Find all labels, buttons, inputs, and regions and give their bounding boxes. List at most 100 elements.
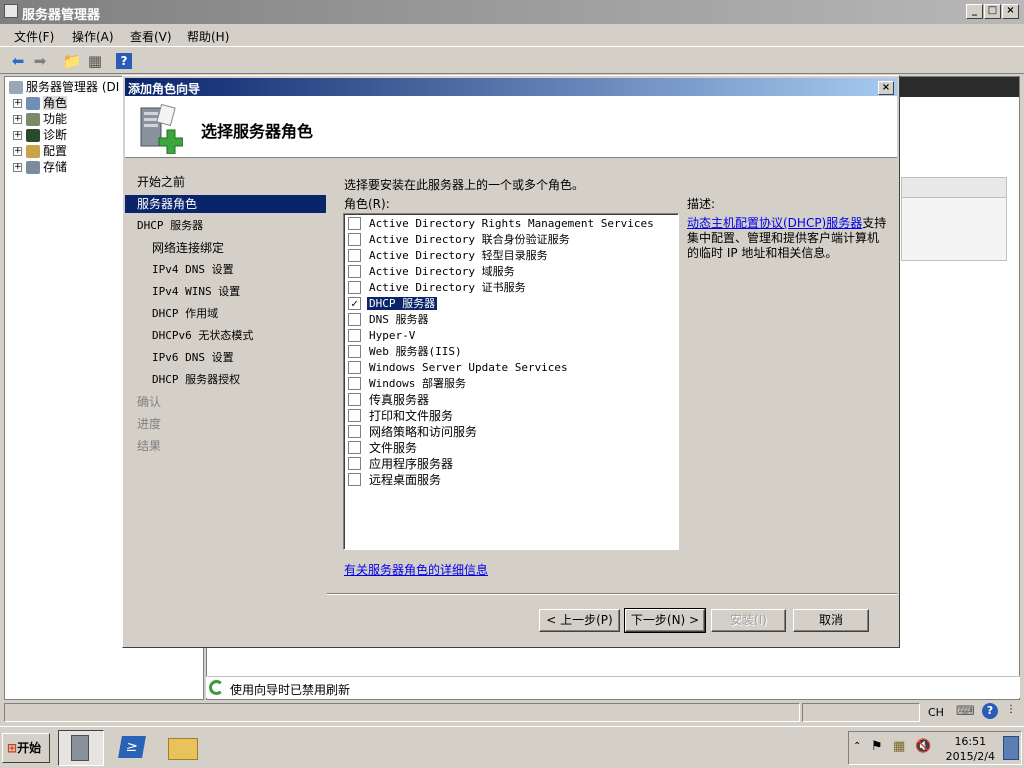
tree-root[interactable]: 服务器管理器 (DI — [9, 79, 119, 95]
expand-icon[interactable]: + — [13, 115, 22, 124]
menu-bar: 文件(F) 操作(A) 查看(V) 帮助(H) — [0, 24, 1024, 46]
role-checkbox[interactable] — [348, 409, 361, 422]
action-center-flag-icon[interactable]: ⚑ — [871, 739, 883, 754]
role-checkbox[interactable] — [348, 312, 361, 326]
role-checkbox[interactable] — [348, 328, 361, 342]
role-checkbox[interactable] — [348, 441, 361, 454]
expand-icon[interactable]: + — [13, 99, 22, 108]
menu-help[interactable]: 帮助(H) — [187, 28, 229, 45]
help-icon[interactable]: ? — [116, 53, 132, 69]
role-item[interactable]: 打印和文件服务 — [348, 408, 455, 424]
role-checkbox[interactable] — [348, 473, 361, 486]
role-item[interactable]: 传真服务器 — [348, 392, 431, 408]
role-checkbox[interactable] — [348, 248, 361, 262]
role-item[interactable]: 文件服务 — [348, 440, 419, 456]
role-item[interactable]: DNS 服务器 — [348, 312, 431, 328]
tree-item-storage[interactable]: + 存储 — [13, 159, 67, 175]
role-checkbox[interactable] — [348, 344, 361, 358]
step-dhcp-scope[interactable]: DHCP 作用域 — [125, 305, 326, 323]
clock[interactable]: 16:51 2015/2/4 — [946, 734, 995, 764]
keyboard-icon[interactable]: ⌨ — [956, 704, 975, 719]
role-item[interactable]: 应用程序服务器 — [348, 456, 455, 472]
step-network-binding[interactable]: 网络连接绑定 — [125, 239, 326, 257]
toolbar: ⬅ ➡ 📁 ▦ ? — [0, 46, 1024, 74]
role-item[interactable]: Hyper-V — [348, 328, 417, 344]
role-item[interactable]: 网络策略和访问服务 — [348, 424, 479, 440]
wizard-steps: 开始之前 服务器角色 DHCP 服务器 网络连接绑定 IPv4 DNS 设置 I… — [125, 159, 326, 647]
role-item[interactable]: Active Directory 证书服务 — [348, 280, 528, 296]
role-item[interactable]: 远程桌面服务 — [348, 472, 443, 488]
description-link[interactable]: 动态主机配置协议(DHCP)服务器 — [687, 216, 862, 230]
step-ipv4-dns[interactable]: IPv4 DNS 设置 — [125, 261, 326, 279]
next-button[interactable]: 下一步(N) > — [624, 608, 706, 633]
role-item[interactable]: Web 服务器(IIS) — [348, 344, 464, 360]
network-icon[interactable]: ▦ — [893, 739, 905, 754]
configuration-icon — [26, 145, 40, 158]
step-server-roles[interactable]: 服务器角色 — [125, 195, 326, 213]
role-checkbox[interactable] — [348, 264, 361, 278]
minimize-button[interactable]: _ — [966, 4, 983, 19]
start-button[interactable]: ⊞开始 — [2, 733, 50, 763]
tree-item-roles[interactable]: + 角色 — [13, 95, 68, 111]
role-item[interactable]: Windows 部署服务 — [348, 376, 468, 392]
options-icon[interactable]: ⋮ — [1006, 704, 1016, 715]
expand-icon[interactable]: + — [13, 147, 22, 156]
taskbar-server-manager[interactable] — [58, 730, 104, 766]
role-checkbox[interactable] — [348, 216, 361, 230]
features-icon — [26, 113, 40, 126]
up-folder-icon[interactable]: 📁 — [62, 51, 82, 71]
step-dhcp-server[interactable]: DHCP 服务器 — [125, 217, 326, 235]
tree-item-diagnostics[interactable]: + 诊断 — [13, 127, 67, 143]
tree-item-features[interactable]: + 功能 — [13, 111, 67, 127]
language-indicator[interactable]: CH — [928, 706, 944, 719]
wizard-close-button[interactable]: × — [878, 81, 894, 95]
title-bar[interactable]: 服务器管理器 _ □ × — [0, 0, 1024, 24]
help-icon[interactable]: ? — [982, 703, 998, 719]
window-title: 服务器管理器 — [22, 8, 101, 23]
roles-list[interactable]: Active Directory Rights Management Servi… — [343, 213, 679, 550]
show-desktop-button[interactable] — [1003, 736, 1019, 760]
step-ipv6-dns[interactable]: IPv6 DNS 设置 — [125, 349, 326, 367]
more-info-link[interactable]: 有关服务器角色的详细信息 — [344, 561, 488, 578]
role-item-dhcp[interactable]: ✓ DHCP 服务器 — [348, 296, 439, 312]
role-checkbox-checked[interactable]: ✓ — [348, 296, 361, 310]
step-ipv4-wins[interactable]: IPv4 WINS 设置 — [125, 283, 326, 301]
expand-icon[interactable]: + — [13, 131, 22, 140]
expand-icon[interactable]: + — [13, 163, 22, 172]
role-checkbox[interactable] — [348, 457, 361, 470]
description-panel: 描述: 动态主机配置协议(DHCP)服务器支持集中配置、管理和提供客户端计算机的… — [687, 195, 887, 261]
add-roles-wizard: 添加角色向导 × 选择服务器角色 开始之前 服务器角色 DHCP 服务器 网络连… — [122, 75, 900, 648]
taskbar-explorer[interactable] — [160, 730, 206, 766]
back-arrow-icon[interactable]: ⬅ — [8, 51, 28, 71]
menu-file[interactable]: 文件(F) — [14, 28, 54, 45]
role-checkbox[interactable] — [348, 280, 361, 294]
storage-icon — [26, 161, 40, 174]
role-item[interactable]: Active Directory Rights Management Servi… — [348, 216, 656, 232]
tree-item-configuration[interactable]: + 配置 — [13, 143, 67, 159]
role-checkbox[interactable] — [348, 232, 361, 246]
role-item[interactable]: Windows Server Update Services — [348, 360, 570, 376]
role-checkbox[interactable] — [348, 376, 361, 390]
cancel-button[interactable]: 取消 — [793, 609, 869, 632]
role-checkbox[interactable] — [348, 360, 361, 374]
step-dhcpv6-stateless[interactable]: DHCPv6 无状态模式 — [125, 327, 326, 345]
menu-view[interactable]: 查看(V) — [130, 28, 172, 45]
show-hidden-icons[interactable]: ⌃ — [853, 741, 861, 752]
role-item[interactable]: Active Directory 轻型目录服务 — [348, 248, 550, 264]
menu-action[interactable]: 操作(A) — [72, 28, 114, 45]
close-button[interactable]: × — [1002, 4, 1019, 19]
back-button[interactable]: < 上一步(P) — [539, 609, 620, 632]
maximize-button[interactable]: □ — [984, 4, 1001, 19]
wizard-title-bar[interactable]: 添加角色向导 × — [125, 78, 897, 96]
forward-arrow-icon[interactable]: ➡ — [30, 51, 50, 71]
show-hide-tree-icon[interactable]: ▦ — [85, 51, 105, 71]
role-item[interactable]: Active Directory 联合身份验证服务 — [348, 232, 572, 248]
taskbar-powershell[interactable]: ≥ — [110, 730, 156, 766]
volume-muted-icon[interactable]: 🔇 — [915, 739, 931, 754]
role-item[interactable]: Active Directory 域服务 — [348, 264, 517, 280]
role-checkbox[interactable] — [348, 425, 361, 438]
refresh-icon — [209, 680, 224, 695]
step-before-you-begin[interactable]: 开始之前 — [125, 173, 326, 191]
step-dhcp-authorization[interactable]: DHCP 服务器授权 — [125, 371, 326, 389]
role-checkbox[interactable] — [348, 393, 361, 406]
